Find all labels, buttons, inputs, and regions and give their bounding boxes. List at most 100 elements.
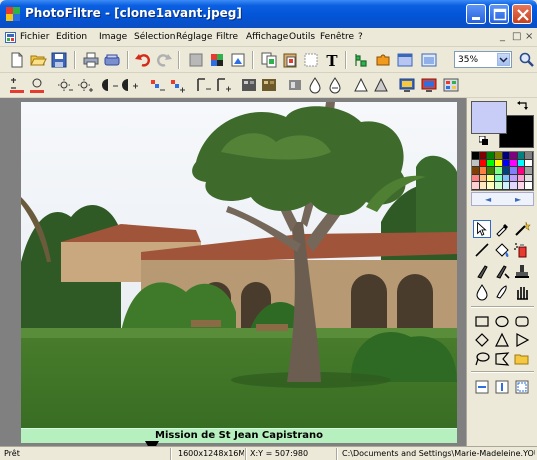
color-swatch[interactable]: [494, 159, 503, 168]
color-swatch[interactable]: [502, 159, 511, 168]
menu-reglage[interactable]: Réglage: [176, 32, 212, 42]
default-colors-icon[interactable]: [479, 136, 488, 145]
color-swatch[interactable]: [502, 167, 511, 175]
maximize-button[interactable]: [489, 4, 509, 24]
doc-minimize-button[interactable]: _: [500, 31, 505, 42]
option-3-icon[interactable]: [513, 378, 531, 396]
menu-fichier[interactable]: Fichier: [20, 32, 49, 42]
saturation-plus-icon[interactable]: [168, 76, 186, 94]
polygon-lasso-icon[interactable]: [493, 350, 511, 368]
color-swatch[interactable]: [510, 182, 518, 190]
menu-affichage[interactable]: Affichage: [246, 32, 288, 42]
document-icon[interactable]: [5, 32, 16, 43]
scan-icon[interactable]: [103, 51, 121, 69]
color-swatch[interactable]: [472, 159, 480, 168]
palette-next-button[interactable]: ►: [515, 195, 521, 204]
color-swatch[interactable]: [479, 167, 488, 175]
minimize-button[interactable]: [466, 4, 486, 24]
hand-icon[interactable]: [513, 283, 531, 301]
auto-contrast-icon[interactable]: [28, 76, 46, 94]
color-swatch[interactable]: [487, 167, 495, 175]
right-triangle-shape-icon[interactable]: [513, 331, 531, 349]
gallery-icon[interactable]: [442, 76, 460, 94]
color-swatch[interactable]: [525, 159, 533, 168]
save-icon[interactable]: [50, 51, 68, 69]
option-1-icon[interactable]: [473, 378, 491, 396]
color-swatch[interactable]: [502, 182, 511, 190]
paste-new-icon[interactable]: [302, 51, 320, 69]
contrast-plus-icon[interactable]: [122, 76, 140, 94]
color-swatch[interactable]: [510, 152, 518, 160]
menu-help[interactable]: ?: [358, 32, 363, 42]
doc-restore-button[interactable]: □: [512, 31, 521, 42]
magic-wand-icon[interactable]: [513, 220, 531, 238]
plugin-icon[interactable]: [352, 51, 370, 69]
color-swatch[interactable]: [479, 152, 488, 160]
color-swatch[interactable]: [517, 167, 526, 175]
selection-arrow-icon[interactable]: [473, 220, 491, 238]
color-swatch[interactable]: [479, 174, 488, 183]
puzzle-icon[interactable]: [374, 51, 392, 69]
color-swatch[interactable]: [517, 152, 526, 160]
advanced-brush-icon[interactable]: [493, 262, 511, 280]
color-swatch[interactable]: [479, 159, 488, 168]
sepia-icon[interactable]: [260, 76, 278, 94]
color-swatch[interactable]: [517, 174, 526, 183]
photofiltre-app-icon[interactable]: [6, 7, 20, 21]
color-swatch[interactable]: [517, 159, 526, 168]
fill-bucket-icon[interactable]: [493, 241, 511, 259]
color-swatch[interactable]: [494, 174, 503, 183]
load-shape-icon[interactable]: [513, 350, 531, 368]
full-screen-icon[interactable]: [420, 51, 438, 69]
color-swatch[interactable]: [479, 182, 488, 190]
brightness-minus-icon[interactable]: [56, 76, 74, 94]
menu-selection[interactable]: Sélection: [134, 32, 175, 42]
color-grid-icon[interactable]: [208, 51, 226, 69]
menu-filtre[interactable]: Filtre: [216, 32, 238, 42]
color-picker-icon[interactable]: [493, 220, 511, 238]
color-swatch[interactable]: [525, 182, 533, 190]
new-file-icon[interactable]: [8, 51, 26, 69]
photo-canvas[interactable]: [21, 102, 457, 443]
color-swatch[interactable]: [525, 167, 533, 175]
image-size-icon[interactable]: [229, 51, 247, 69]
zoom-dropdown-button[interactable]: [497, 53, 510, 66]
gamma-plus-icon[interactable]: [214, 76, 232, 94]
menu-fenetre[interactable]: Fenêtre: [320, 32, 354, 42]
palette-prev-button[interactable]: ◄: [485, 195, 491, 204]
color-swatch-grid[interactable]: [471, 151, 534, 191]
blur-icon[interactable]: [286, 76, 304, 94]
drop-sharpen-icon[interactable]: [326, 76, 344, 94]
color-swatch[interactable]: [472, 174, 480, 183]
color-swatch[interactable]: [517, 182, 526, 190]
undo-icon[interactable]: [134, 51, 152, 69]
spray-icon[interactable]: [513, 241, 531, 259]
color-swatch[interactable]: [494, 167, 503, 175]
text-tool-icon[interactable]: T: [323, 51, 341, 69]
menu-edition[interactable]: Edition: [56, 32, 87, 42]
color-swatch[interactable]: [472, 167, 480, 175]
rounded-rect-shape-icon[interactable]: [513, 312, 531, 330]
diamond-shape-icon[interactable]: [473, 331, 491, 349]
saturation-minus-icon[interactable]: [148, 76, 166, 94]
gamma-minus-icon[interactable]: [194, 76, 212, 94]
menu-outils[interactable]: Outils: [289, 32, 315, 42]
color-swatch[interactable]: [502, 174, 511, 183]
fill-gray-icon[interactable]: [187, 51, 205, 69]
drop-blur-icon[interactable]: [306, 76, 324, 94]
smudge-finger-icon[interactable]: [493, 283, 511, 301]
grayscale-icon[interactable]: [240, 76, 258, 94]
color-swatch[interactable]: [487, 159, 495, 168]
monitor-icon[interactable]: [420, 76, 438, 94]
swap-colors-icon[interactable]: [517, 101, 529, 111]
color-swatch[interactable]: [494, 152, 503, 160]
ellipse-shape-icon[interactable]: [493, 312, 511, 330]
color-swatch[interactable]: [510, 174, 518, 183]
zoom-icon[interactable]: [518, 51, 536, 69]
color-swatch[interactable]: [494, 182, 503, 190]
stamp-icon[interactable]: [513, 262, 531, 280]
color-swatch[interactable]: [487, 174, 495, 183]
color-swatch[interactable]: [525, 152, 533, 160]
open-folder-icon[interactable]: [29, 51, 47, 69]
close-button[interactable]: [512, 4, 532, 24]
